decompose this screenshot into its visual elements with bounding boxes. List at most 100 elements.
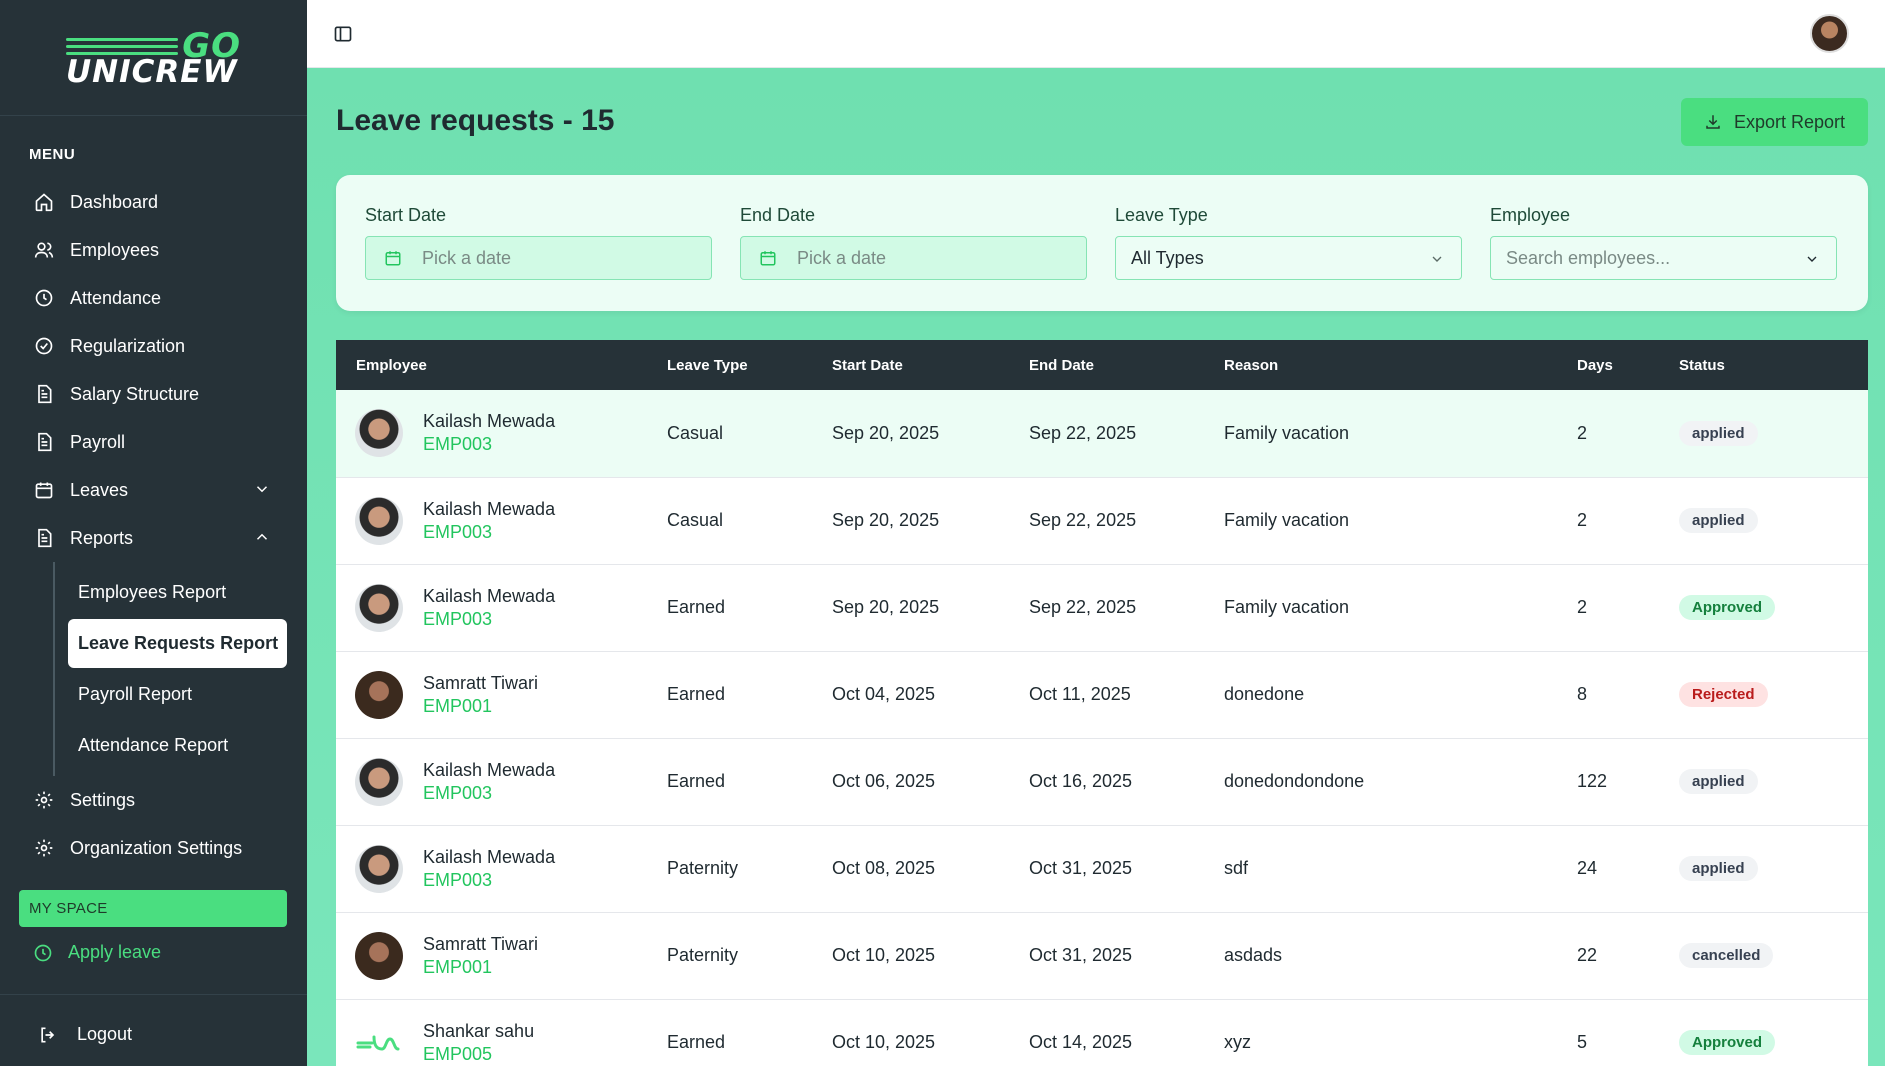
sidebar-item-organization-settings[interactable]: Organization Settings [19, 824, 287, 872]
gear-icon [33, 837, 55, 859]
employee-filter: Employee Search employees... [1490, 205, 1837, 280]
sidebar-item-settings[interactable]: Settings [19, 776, 287, 824]
employee-search-select[interactable]: Search employees... [1490, 236, 1837, 280]
reason-cell: xyz [1224, 1032, 1251, 1052]
sidebar-item-employees[interactable]: Employees [19, 226, 287, 274]
users-icon [33, 239, 55, 261]
employee-id: EMP003 [423, 608, 493, 629]
subnav-payroll-report[interactable]: Payroll Report [68, 670, 287, 719]
employee-id: EMP001 [423, 956, 493, 977]
subnav-leave-requests-report[interactable]: Leave Requests Report [68, 619, 287, 668]
start-date-filter: Start Date Pick a date [365, 205, 712, 280]
employee-cell: Samratt Tiwari EMP001 [336, 931, 667, 980]
avatar [355, 1018, 403, 1066]
subnav-employees-report[interactable]: Employees Report [68, 568, 287, 617]
sidebar-item-dashboard[interactable]: Dashboard [19, 178, 287, 226]
subnav-attendance-report[interactable]: Attendance Report [68, 721, 287, 770]
employee-cell: Kailash Mewada EMP003 [336, 409, 667, 458]
sidebar-item-label: Salary Structure [70, 383, 200, 404]
sidebar-item-reports[interactable]: Reports [19, 514, 287, 562]
reason-cell: Family vacation [1224, 597, 1350, 617]
status-badge: applied [1679, 856, 1758, 881]
logo-area: GO UNICREW [0, 0, 307, 116]
sidebar-toggle-icon[interactable] [333, 24, 353, 44]
home-icon [33, 191, 55, 213]
employee-cell: Shankar sahu EMP005 [336, 1018, 667, 1066]
avatar [355, 496, 403, 545]
start-date-cell: Oct 08, 2025 [832, 858, 936, 878]
leave-type-value: All Types [1131, 247, 1204, 268]
leave-requests-table: Employee Leave Type Start Date End Date … [336, 340, 1868, 1066]
chevron-down-icon [1807, 256, 1817, 262]
column-header-employee[interactable]: Employee [336, 340, 667, 390]
days-cell: 122 [1577, 771, 1608, 791]
start-date-picker[interactable]: Pick a date [365, 236, 712, 280]
employee-name: Kailash Mewada [423, 411, 556, 432]
sidebar-item-salary-structure[interactable]: Salary Structure [19, 370, 287, 418]
employee-label: Employee [1490, 205, 1571, 225]
reason-cell: Family vacation [1224, 510, 1350, 530]
status-badge: Approved [1679, 1030, 1776, 1055]
end-date-cell: Sep 22, 2025 [1029, 510, 1137, 530]
chevron-down-icon [1432, 256, 1442, 262]
status-badge: Approved [1679, 595, 1776, 620]
sidebar-item-regularization[interactable]: Regularization [19, 322, 287, 370]
table-row[interactable]: Samratt Tiwari EMP001 Earned Oct 04, 2025… [336, 651, 1868, 738]
status-badge: Rejected [1679, 682, 1768, 707]
top-bar [307, 0, 1885, 68]
page-title: Leave requests - 15 [336, 104, 615, 137]
end-date-picker[interactable]: Pick a date [740, 236, 1087, 280]
sidebar-item-attendance[interactable]: Attendance [19, 274, 287, 322]
table-row[interactable]: Kailash Mewada EMP003 Casual Sep 20, 2025… [336, 477, 1868, 564]
table-row[interactable]: Kailash Mewada EMP003 Paternity Oct 08, 2… [336, 825, 1868, 912]
leave-type-select[interactable]: All Types [1115, 236, 1462, 280]
sidebar-item-label: Settings [70, 789, 136, 810]
table-row[interactable]: Samratt Tiwari EMP001 Paternity Oct 10, 2… [336, 912, 1868, 999]
check-circle-icon [33, 335, 55, 357]
gear-icon [33, 789, 55, 811]
document-icon [33, 431, 55, 453]
days-cell: 8 [1577, 684, 1588, 704]
employee-name: Kailash Mewada [423, 585, 556, 606]
employee-id: EMP003 [423, 782, 493, 803]
export-report-button[interactable]: Export Report [1681, 98, 1868, 146]
column-header-days[interactable]: Days [1577, 340, 1679, 390]
apply-leave-link[interactable]: Apply leave [33, 942, 161, 963]
column-header-end-date[interactable]: End Date [1029, 340, 1224, 390]
sidebar-item-leaves[interactable]: Leaves [19, 466, 287, 514]
employee-id: EMP003 [423, 434, 493, 455]
end-date-placeholder: Pick a date [797, 247, 887, 268]
clock-icon [34, 944, 52, 961]
reason-cell: donedondondone [1224, 771, 1365, 791]
start-date-cell: Oct 04, 2025 [832, 684, 936, 704]
column-header-start-date[interactable]: Start Date [832, 340, 1029, 390]
export-report-label: Export Report [1733, 111, 1846, 132]
table-row[interactable]: Kailash Mewada EMP003 Casual Sep 20, 2025… [336, 390, 1868, 477]
employee-cell: Samratt Tiwari EMP001 [336, 670, 667, 719]
table-row[interactable]: Shankar sahu EMP005 Earned Oct 10, 2025 O… [336, 999, 1868, 1066]
sidebar-item-payroll[interactable]: Payroll [19, 418, 287, 466]
employee-name: Samratt Tiwari [423, 933, 539, 954]
menu-label: MENU [29, 146, 76, 163]
column-header-leave-type[interactable]: Leave Type [667, 340, 832, 390]
sidebar-item-label: Payroll [70, 431, 126, 452]
document-icon [33, 527, 55, 549]
download-icon [1706, 115, 1720, 129]
status-badge: applied [1679, 420, 1758, 446]
user-avatar[interactable] [1810, 14, 1849, 53]
logout-button[interactable]: Logout [38, 1024, 132, 1045]
end-date-filter: End Date Pick a date [740, 205, 1087, 280]
table-row[interactable]: Kailash Mewada EMP003 Earned Sep 20, 2025… [336, 564, 1868, 651]
column-header-status[interactable]: Status [1679, 340, 1868, 390]
leave-type-filter: Leave Type All Types [1115, 205, 1462, 280]
table-row[interactable]: Kailash Mewada EMP003 Earned Oct 06, 2025… [336, 738, 1868, 825]
document-icon [33, 383, 55, 405]
chevron-up-icon [256, 533, 268, 540]
start-date-cell: Sep 20, 2025 [832, 597, 940, 617]
main-content: Leave requests - 15 Export Report Start … [307, 68, 1885, 1066]
reason-cell: asdads [1224, 945, 1283, 965]
gounicrew-logo[interactable]: GO UNICREW [66, 26, 241, 90]
reason-cell: Family vacation [1224, 422, 1350, 443]
employee-name: Kailash Mewada [423, 846, 556, 867]
column-header-reason[interactable]: Reason [1224, 340, 1577, 390]
